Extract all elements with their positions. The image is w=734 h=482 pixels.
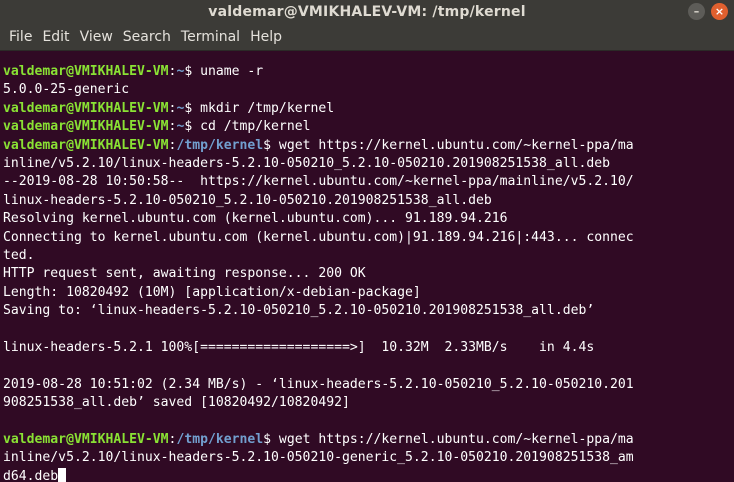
menu-search[interactable]: Search (118, 29, 176, 45)
output-line: Length: 10820492 (10M) [application/x-de… (3, 284, 734, 302)
prompt-line: valdemar@VMIKHALEV-VM:/tmp/kernel$ wget … (3, 431, 734, 449)
output-text: 5.0.0-25-generic (3, 82, 130, 98)
prompt-line: valdemar@VMIKHALEV-VM:~$ mkdir /tmp/kern… (3, 100, 734, 118)
menu-file[interactable]: File (4, 29, 37, 45)
command-text: mkdir /tmp/kernel (192, 100, 335, 116)
prompt-directory: /tmp/kernel (176, 431, 264, 447)
output-line: 908251538_all.deb’ saved [10820492/10820… (3, 394, 734, 412)
output-line: Resolving kernel.ubuntu.com (kernel.ubun… (3, 210, 734, 228)
output-text: Connecting to kernel.ubuntu.com (kernel.… (3, 229, 634, 245)
output-text: Length: 10820492 (10M) [application/x-de… (3, 284, 421, 300)
output-text: HTTP request sent, awaiting response... … (3, 266, 366, 282)
command-text: uname -r (192, 64, 264, 79)
prompt-symbol: $ (263, 431, 272, 447)
output-text: inline/v5.2.10/linux-headers-5.2.10-0502… (3, 155, 610, 171)
menu-edit[interactable]: Edit (37, 29, 74, 45)
output-text: linux-headers-5.2.1 100%[===============… (3, 339, 595, 355)
output-text: Resolving kernel.ubuntu.com (kernel.ubun… (3, 211, 508, 227)
prompt-user-host: valdemar@VMIKHALEV-VM (3, 137, 169, 153)
output-text: 2019-08-28 10:51:02 (2.34 MB/s) - ‘linux… (3, 376, 634, 392)
output-text: inline/v5.2.10/linux-headers-5.2.10-0502… (3, 450, 634, 466)
output-line: ted. (3, 247, 734, 265)
output-line: --2019-08-28 10:50:58-- https://kernel.u… (3, 173, 734, 191)
output-line: 2019-08-28 10:51:02 (2.34 MB/s) - ‘linux… (3, 376, 734, 394)
menu-bar: File Edit View Search Terminal Help (0, 24, 734, 51)
prompt-user-host: valdemar@VMIKHALEV-VM (3, 100, 169, 116)
window-title: valdemar@VMIKHALEV-VM: /tmp/kernel (208, 4, 526, 20)
prompt-line: valdemar@VMIKHALEV-VM:~$ cd /tmp/kernel (3, 118, 734, 136)
output-line: HTTP request sent, awaiting response... … (3, 265, 734, 283)
command-text: wget https://kernel.ubuntu.com/~kernel-p… (271, 431, 634, 447)
output-text: d64.deb (3, 468, 59, 482)
text-cursor (58, 467, 67, 482)
close-button[interactable]: × (711, 3, 728, 20)
prompt-directory: /tmp/kernel (176, 137, 264, 153)
title-bar[interactable]: valdemar@VMIKHALEV-VM: /tmp/kernel – × (0, 0, 734, 24)
output-text: Saving to: ‘linux-headers-5.2.10-050210_… (3, 303, 595, 319)
prompt-line: valdemar@VMIKHALEV-VM:~$ uname -r (3, 63, 734, 81)
output-line: linux-headers-5.2.10-050210_5.2.10-05021… (3, 192, 734, 210)
output-line: inline/v5.2.10/linux-headers-5.2.10-0502… (3, 155, 734, 173)
terminal-window: valdemar@VMIKHALEV-VM: /tmp/kernel – × F… (0, 0, 734, 482)
minimize-button[interactable]: – (688, 3, 705, 20)
output-text: --2019-08-28 10:50:58-- https://kernel.u… (3, 174, 634, 190)
menu-terminal[interactable]: Terminal (176, 29, 245, 45)
output-line: Saving to: ‘linux-headers-5.2.10-050210_… (3, 302, 734, 320)
output-line: linux-headers-5.2.1 100%[===============… (3, 339, 734, 357)
output-line: 5.0.0-25-generic (3, 81, 734, 99)
output-line: Connecting to kernel.ubuntu.com (kernel.… (3, 229, 734, 247)
prompt-user-host: valdemar@VMIKHALEV-VM (3, 64, 169, 79)
output-text: ted. (3, 247, 35, 263)
window-controls: – × (688, 3, 728, 20)
menu-help[interactable]: Help (245, 29, 287, 45)
output-line: inline/v5.2.10/linux-headers-5.2.10-0502… (3, 449, 734, 467)
command-text: cd /tmp/kernel (192, 119, 311, 135)
output-text: linux-headers-5.2.10-050210_5.2.10-05021… (3, 192, 492, 208)
prompt-user-host: valdemar@VMIKHALEV-VM (3, 431, 169, 447)
terminal-output[interactable]: valdemar@VMIKHALEV-VM:~$ uname -r 5.0.0-2… (0, 51, 734, 482)
prompt-user-host: valdemar@VMIKHALEV-VM (3, 119, 169, 135)
prompt-symbol: $ (263, 137, 272, 153)
command-text: wget https://kernel.ubuntu.com/~kernel-p… (271, 137, 634, 153)
output-text: 908251538_all.deb’ saved [10820492/10820… (3, 395, 350, 411)
prompt-line: valdemar@VMIKHALEV-VM:/tmp/kernel$ wget … (3, 137, 734, 155)
output-line: d64.deb (3, 467, 734, 482)
menu-view[interactable]: View (75, 29, 118, 45)
